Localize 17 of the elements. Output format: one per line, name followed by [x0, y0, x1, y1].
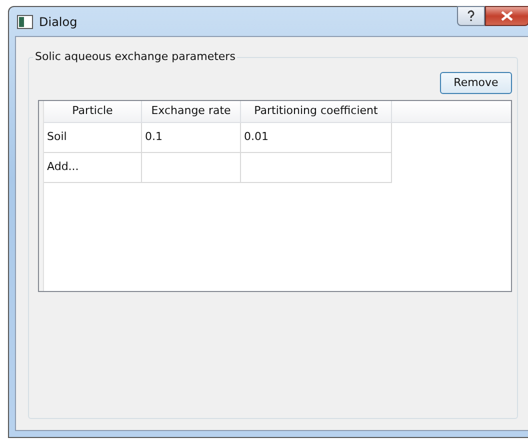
close-icon: [501, 11, 513, 21]
column-header[interactable]: Partitioning coefficient: [241, 101, 392, 123]
help-button[interactable]: [457, 6, 485, 26]
column-header[interactable]: Exchange rate: [142, 101, 241, 123]
table-cell[interactable]: 0.01: [241, 123, 392, 153]
column-header[interactable]: Particle: [44, 101, 142, 123]
window-icon: [17, 14, 33, 28]
close-button[interactable]: [485, 6, 528, 26]
table-cell[interactable]: Soil: [44, 123, 142, 153]
table-cell[interactable]: 0.1: [142, 123, 241, 153]
table-cell[interactable]: [241, 153, 392, 183]
window-title: Dialog: [39, 14, 78, 30]
table-cell[interactable]: [142, 153, 241, 183]
group-title: Solic aqueous exchange parameters: [33, 49, 238, 66]
help-icon: [467, 10, 475, 22]
table-cell[interactable]: Add...: [44, 153, 142, 183]
remove-button[interactable]: Remove: [440, 72, 512, 94]
